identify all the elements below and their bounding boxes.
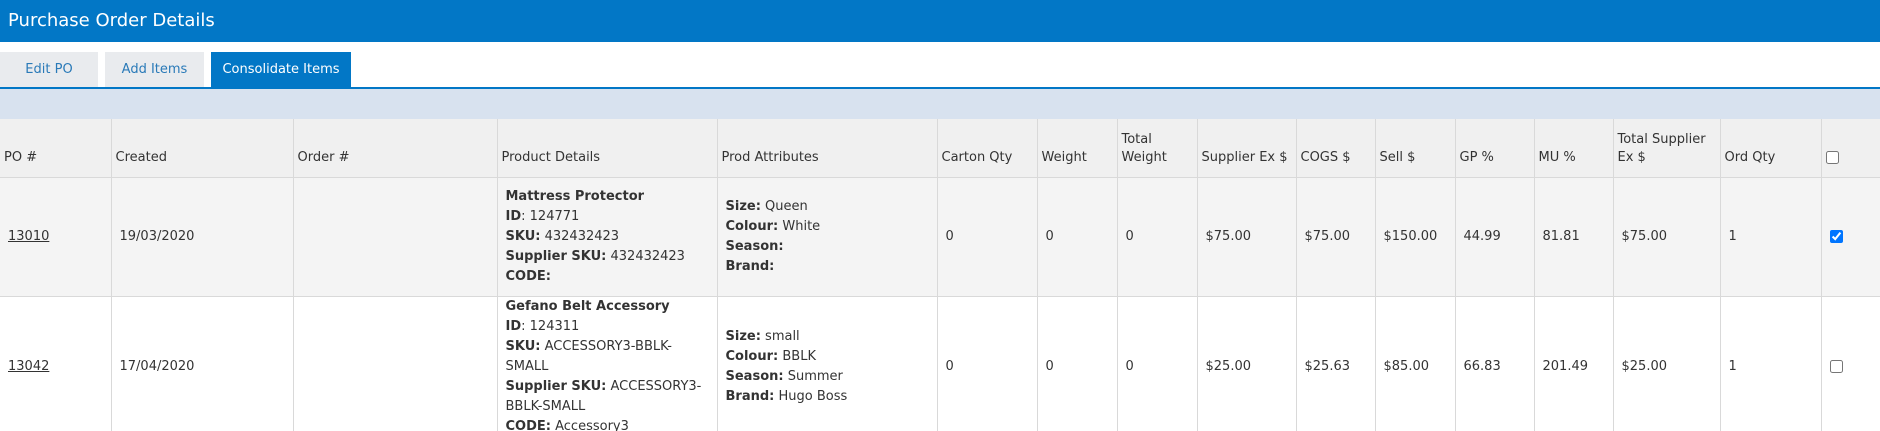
total-supplier-ex-cell: $25.00 (1613, 296, 1721, 431)
tab-add-items[interactable]: Add Items (105, 52, 204, 88)
row-select-checkbox[interactable] (1829, 360, 1843, 373)
weight-cell: 0 (1037, 296, 1118, 431)
carton-qty-cell: 0 (937, 296, 1038, 431)
cogs-cell: $75.00 (1296, 177, 1376, 297)
col-header-product-details[interactable]: Product Details (497, 119, 718, 178)
sell-cell: $85.00 (1375, 296, 1456, 431)
col-header-cogs[interactable]: COGS $ (1296, 119, 1376, 178)
cogs-cell: $25.63 (1296, 296, 1376, 431)
col-header-weight[interactable]: Weight (1037, 119, 1118, 178)
product-supplier-sku-line: Supplier SKU: ACCESSORY3-BBLK-SMALL (505, 378, 702, 414)
mu-cell: 81.81 (1534, 177, 1614, 297)
attr-brand-line: Brand: (725, 258, 775, 274)
product-sku-line: SKU: 432432423 (505, 228, 620, 244)
order-cell (293, 296, 498, 431)
attr-colour-line: Colour: BBLK (725, 348, 816, 364)
table-header-row: PO # Created Order # Product Details Pro… (0, 119, 1880, 178)
tab-consolidate-items[interactable]: Consolidate Items (211, 52, 351, 88)
po-cell: 13010 (0, 177, 112, 297)
mu-cell: 201.49 (1534, 296, 1614, 431)
prod-attributes-cell: Size: small Colour: BBLK Season: Summer … (717, 296, 938, 431)
col-header-prod-attributes[interactable]: Prod Attributes (717, 119, 938, 178)
col-header-gp[interactable]: GP % (1455, 119, 1535, 178)
supplier-ex-cell: $75.00 (1197, 177, 1297, 297)
order-cell (293, 177, 498, 297)
po-cell: 13042 (0, 296, 112, 431)
weight-cell: 0 (1037, 177, 1118, 297)
toolbar-band (0, 89, 1880, 119)
ord-qty-cell: 1 (1720, 296, 1822, 431)
product-id-line: ID: 124311 (505, 318, 580, 334)
col-header-mu[interactable]: MU % (1534, 119, 1614, 178)
total-weight-cell: 0 (1117, 177, 1198, 297)
total-weight-cell: 0 (1117, 296, 1198, 431)
col-header-select-all (1821, 119, 1880, 178)
po-link[interactable]: 13010 (8, 229, 49, 244)
tab-edit-po[interactable]: Edit PO (0, 52, 98, 88)
attr-brand-line: Brand: Hugo Boss (725, 388, 848, 404)
ord-qty-cell: 1 (1720, 177, 1822, 297)
table-row: 13042 17/04/2020 Gefano Belt Accessory I… (0, 296, 1880, 431)
product-sku-line: SKU: ACCESSORY3-BBLK-SMALL (505, 338, 672, 374)
attr-colour-line: Colour: White (725, 218, 821, 234)
product-id-line: ID: 124771 (505, 208, 580, 224)
product-name: Mattress Protector (505, 188, 645, 204)
sell-cell: $150.00 (1375, 177, 1456, 297)
created-cell: 19/03/2020 (111, 177, 294, 297)
app-header: Purchase Order Details (0, 0, 1880, 42)
col-header-total-supplier-ex[interactable]: Total Supplier Ex $ (1613, 119, 1721, 178)
product-details-cell: Gefano Belt Accessory ID: 124311 SKU: AC… (497, 296, 718, 431)
supplier-ex-cell: $25.00 (1197, 296, 1297, 431)
col-header-po[interactable]: PO # (0, 119, 112, 178)
attr-size-line: Size: small (725, 328, 800, 344)
gp-cell: 44.99 (1455, 177, 1535, 297)
col-header-supplier-ex[interactable]: Supplier Ex $ (1197, 119, 1297, 178)
created-cell: 17/04/2020 (111, 296, 294, 431)
product-name: Gefano Belt Accessory (505, 298, 670, 314)
attr-size-line: Size: Queen (725, 198, 808, 214)
carton-qty-cell: 0 (937, 177, 1038, 297)
prod-attributes-cell: Size: Queen Colour: White Season: Brand: (717, 177, 938, 297)
col-header-carton-qty[interactable]: Carton Qty (937, 119, 1038, 178)
col-header-sell[interactable]: Sell $ (1375, 119, 1456, 178)
purchase-order-table: PO # Created Order # Product Details Pro… (0, 119, 1880, 431)
row-select-checkbox[interactable] (1829, 230, 1843, 243)
col-header-ord-qty[interactable]: Ord Qty (1720, 119, 1822, 178)
col-header-total-weight[interactable]: Total Weight (1117, 119, 1198, 178)
product-code-line: CODE: (505, 268, 551, 284)
product-code-line: CODE: Accessory3 (505, 418, 629, 431)
product-supplier-sku-line: Supplier SKU: 432432423 (505, 248, 685, 264)
product-details-cell: Mattress Protector ID: 124771 SKU: 43243… (497, 177, 718, 297)
table-row: 13010 19/03/2020 Mattress Protector ID: … (0, 177, 1880, 297)
select-all-checkbox[interactable] (1825, 150, 1839, 164)
page-title: Purchase Order Details (8, 10, 215, 31)
select-cell (1821, 177, 1880, 297)
col-header-created[interactable]: Created (111, 119, 294, 178)
col-header-order[interactable]: Order # (293, 119, 498, 178)
po-link[interactable]: 13042 (8, 359, 49, 374)
total-supplier-ex-cell: $75.00 (1613, 177, 1721, 297)
attr-season-line: Season: Summer (725, 368, 843, 384)
gp-cell: 66.83 (1455, 296, 1535, 431)
attr-season-line: Season: (725, 238, 784, 254)
select-cell (1821, 296, 1880, 431)
